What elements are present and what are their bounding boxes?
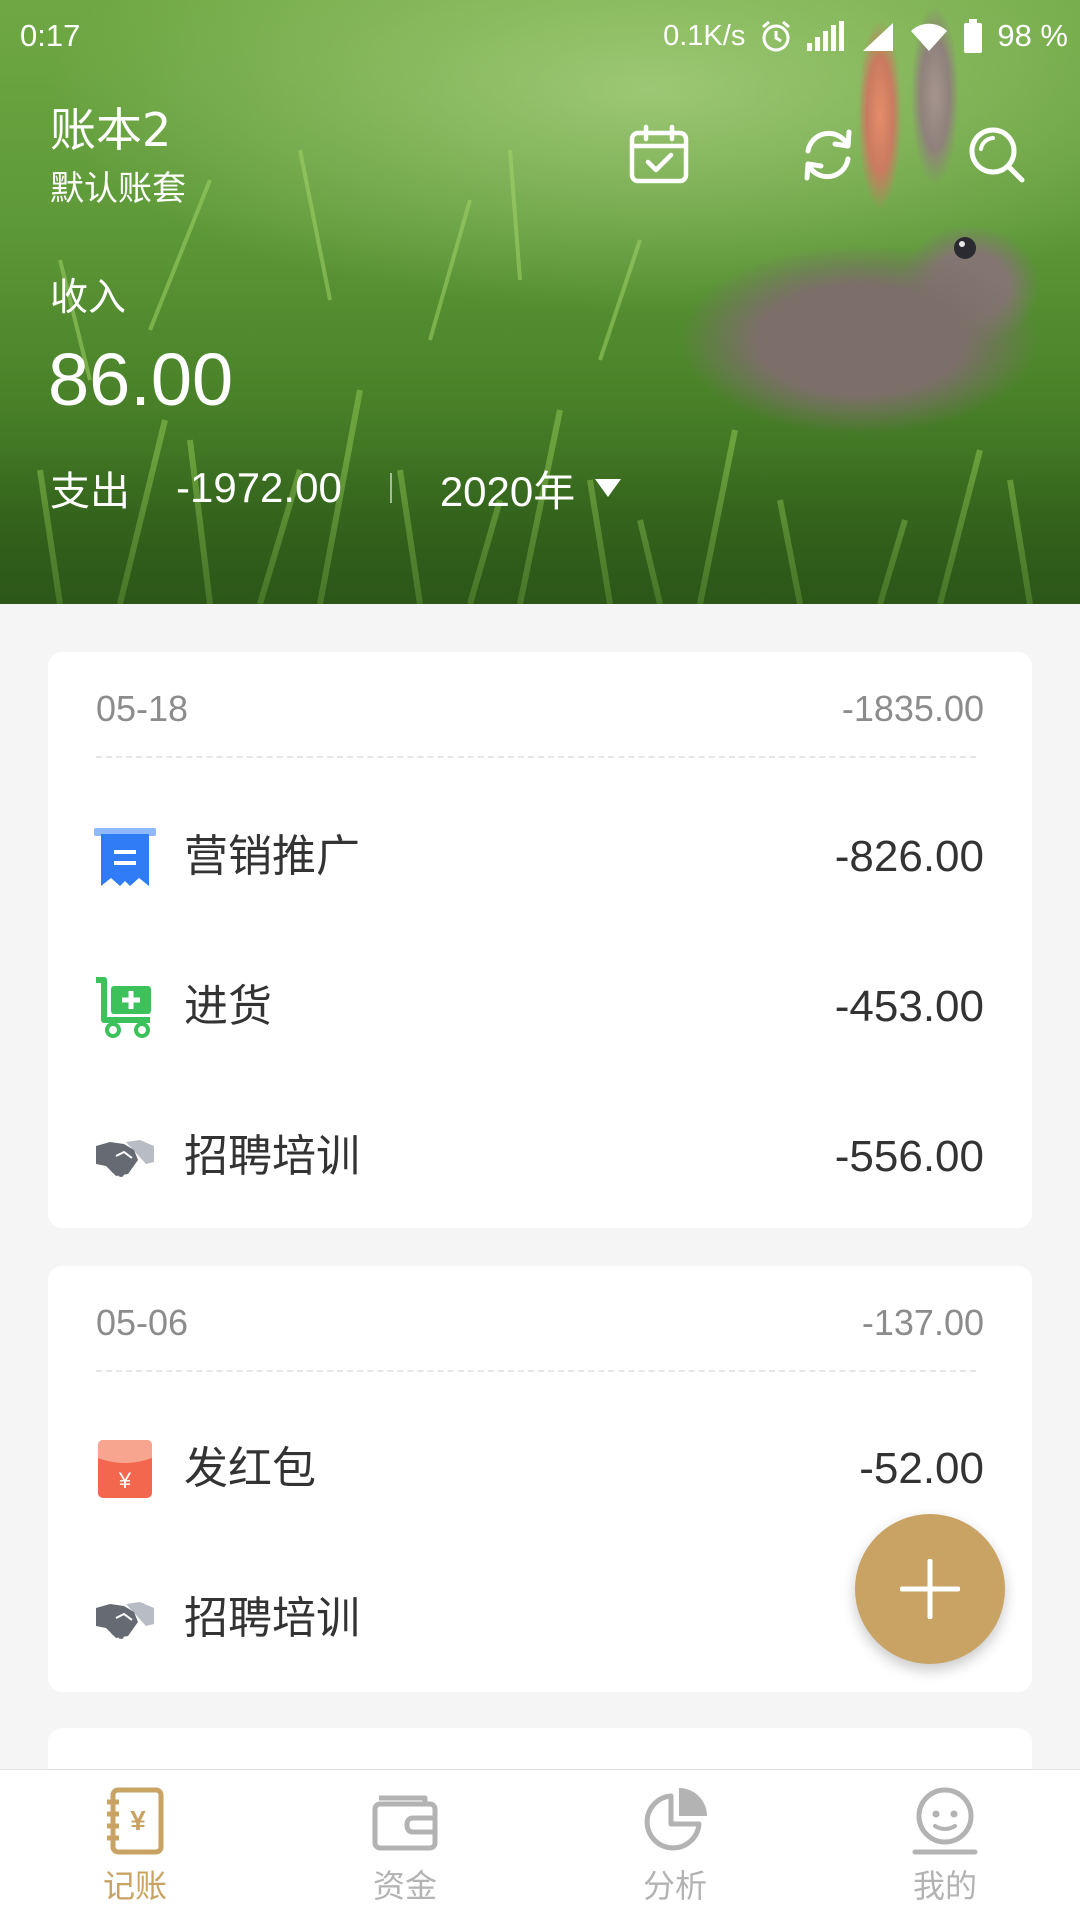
transaction-row[interactable]: 进货 -453.00 xyxy=(48,930,1032,1080)
tab-label: 记账 xyxy=(102,1867,167,1905)
tab-ledger[interactable]: ¥ 记账 xyxy=(0,1770,270,1920)
group-total: -1835.00 xyxy=(841,688,984,729)
ledger-icon: ¥ xyxy=(99,1784,171,1856)
year-selector[interactable]: 2020年 xyxy=(439,458,622,519)
group-total: -137.00 xyxy=(861,1302,984,1343)
day-group-header: 05-18 -1835.00 xyxy=(96,688,984,734)
group-date: 05-18 xyxy=(96,688,189,729)
battery-percent: 98 % xyxy=(997,18,1068,53)
tab-label: 资金 xyxy=(372,1867,437,1905)
status-bar: 0:17 0.1K/s 98 % xyxy=(0,0,1080,74)
transaction-amount: -453.00 xyxy=(834,982,984,1031)
battery-icon xyxy=(964,19,983,53)
calendar-button[interactable] xyxy=(626,122,692,188)
transaction-row[interactable]: 招聘培训 -556.00 xyxy=(48,1080,1032,1230)
svg-text:¥: ¥ xyxy=(130,1805,146,1836)
handshake-icon xyxy=(94,1588,156,1650)
search-button[interactable] xyxy=(964,122,1030,188)
day-group-header: 05-06 -137.00 xyxy=(96,1302,984,1348)
book-name[interactable]: 账本2 xyxy=(50,102,171,158)
dashed-divider xyxy=(96,1370,976,1372)
tab-mine[interactable]: 我的 xyxy=(810,1770,1080,1920)
sync-icon xyxy=(804,129,852,181)
group-date: 05-06 xyxy=(96,1302,189,1343)
transaction-amount: -556.00 xyxy=(834,1132,984,1181)
category-label: 进货 xyxy=(184,981,272,1032)
red-envelope-icon: ¥ xyxy=(94,1438,156,1500)
handshake-icon xyxy=(94,1126,156,1188)
net-speed: 0.1K/s xyxy=(663,19,746,52)
transaction-amount: -52.00 xyxy=(859,1444,984,1493)
category-label: 招聘培训 xyxy=(184,1131,360,1182)
sync-button[interactable] xyxy=(795,122,861,188)
transaction-amount: -826.00 xyxy=(834,832,984,881)
status-indicators: 0.1K/s 98 % xyxy=(663,14,1068,58)
book-set-name[interactable]: 默认账套 xyxy=(50,168,186,210)
alarm-icon xyxy=(762,20,791,52)
cell-signal-icon xyxy=(863,23,894,51)
bottom-tab-bar: ¥ 记账 资金 分析 我的 xyxy=(0,1769,1080,1920)
year-label: 2020年 xyxy=(439,467,576,515)
tab-analysis[interactable]: 分析 xyxy=(540,1770,810,1920)
status-time: 0:17 xyxy=(20,18,81,53)
income-label: 收入 xyxy=(50,275,127,319)
tab-funds[interactable]: 资金 xyxy=(270,1770,540,1920)
expense-summary: 支出 -1972.00 2020年 xyxy=(50,462,622,515)
expense-label: 支出 xyxy=(50,469,130,515)
tab-label: 分析 xyxy=(642,1867,707,1905)
expense-amount: -1972.00 xyxy=(176,464,342,511)
search-icon xyxy=(969,127,1025,183)
income-amount: 86.00 xyxy=(48,338,234,421)
pie-chart-icon xyxy=(639,1784,711,1856)
smiley-icon xyxy=(909,1784,981,1856)
dashed-divider xyxy=(96,756,976,758)
wifi-icon xyxy=(911,23,948,51)
day-group-card: 05-18 -1835.00 营销推广 -826.00 进货 -453.00 招… xyxy=(48,652,1032,1228)
cart-icon xyxy=(94,976,156,1038)
category-label: 招聘培训 xyxy=(184,1593,360,1644)
category-label: 发红包 xyxy=(184,1443,316,1494)
plus-icon xyxy=(900,1559,960,1619)
wallet-icon xyxy=(369,1784,441,1856)
transaction-row[interactable]: 营销推广 -826.00 xyxy=(48,780,1032,930)
transaction-row[interactable]: ¥ 发红包 -52.00 xyxy=(48,1392,1032,1542)
category-label: 营销推广 xyxy=(184,831,360,882)
divider xyxy=(389,473,392,503)
signal-bars-icon xyxy=(807,21,845,51)
tab-label: 我的 xyxy=(912,1867,977,1905)
calendar-icon xyxy=(629,124,689,184)
caret-down-icon xyxy=(595,479,622,497)
svg-text:¥: ¥ xyxy=(118,1468,132,1493)
receipt-icon xyxy=(94,826,156,888)
add-record-button[interactable] xyxy=(855,1514,1005,1664)
